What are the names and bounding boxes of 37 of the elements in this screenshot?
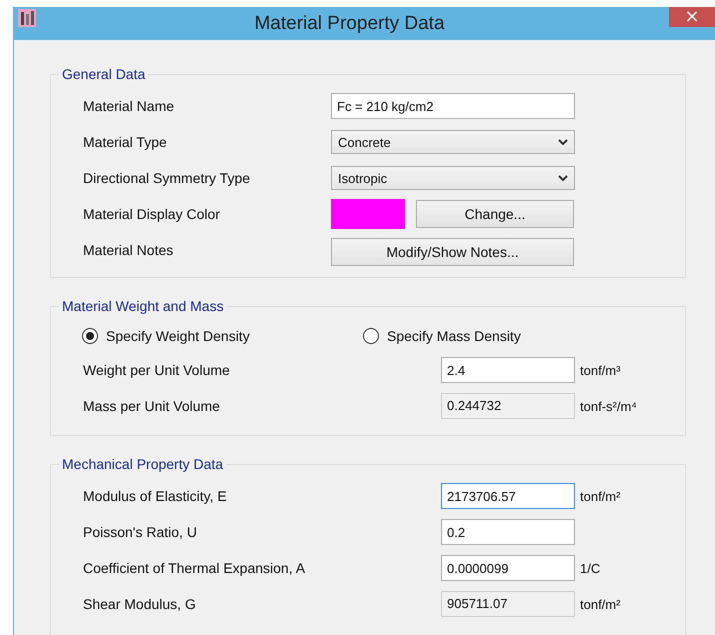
field-label: Material Type — [83, 134, 168, 150]
group-title: General Data — [61, 66, 146, 82]
field-label: Weight per Unit Volume — [83, 362, 231, 378]
unit-label: tonf/m³ — [580, 362, 620, 378]
field-label: Shear Modulus, G — [83, 596, 197, 612]
unit-label: 1/C — [580, 560, 600, 576]
field-label: Coefficient of Thermal Expansion, A — [83, 560, 306, 576]
change-button[interactable]: Change... — [416, 200, 574, 228]
input-field[interactable]: 2.4 — [441, 357, 575, 383]
input-field[interactable]: Fc = 210 kg/cm2 — [331, 93, 575, 119]
radio-option[interactable]: Specify Weight Density — [82, 328, 363, 344]
chevron-icon — [558, 174, 568, 182]
unit-label: tonf-s²/m⁴ — [580, 398, 637, 414]
radio-button[interactable] — [82, 328, 98, 344]
chevron-icon — [558, 138, 568, 146]
unit-label: tonf/m² — [580, 488, 620, 504]
radio-option[interactable]: Specify Mass Density — [363, 328, 644, 344]
field-label: Directional Symmetry Type — [83, 170, 252, 186]
group-title: Mechanical Property Data — [61, 456, 224, 472]
field-label: Poisson's Ratio, U — [83, 524, 198, 540]
input-field[interactable]: 2173706.57 — [441, 483, 575, 509]
unit-label: tonf/m² — [580, 596, 620, 612]
field-label: Modulus of Elasticity, E — [83, 488, 228, 504]
field-label: Material Display Color — [83, 206, 221, 222]
dropdown[interactable]: Isotropic — [331, 166, 575, 190]
field-label: Material Name — [83, 98, 176, 114]
notes-button[interactable]: Modify/Show Notes... — [331, 238, 574, 266]
field-label: Mass per Unit Volume — [83, 398, 221, 414]
input-field[interactable]: 0.0000099 — [441, 555, 575, 581]
input-field[interactable]: 0.2 — [441, 519, 575, 545]
window-title: Material Property Data — [254, 12, 445, 34]
app-icon — [18, 9, 36, 27]
field-label: Material Notes — [83, 242, 174, 258]
dropdown[interactable]: Concrete — [331, 130, 575, 154]
close-button[interactable]: × — [669, 7, 715, 27]
radio-button[interactable] — [363, 328, 379, 344]
group-title: Material Weight and Mass — [61, 298, 225, 314]
